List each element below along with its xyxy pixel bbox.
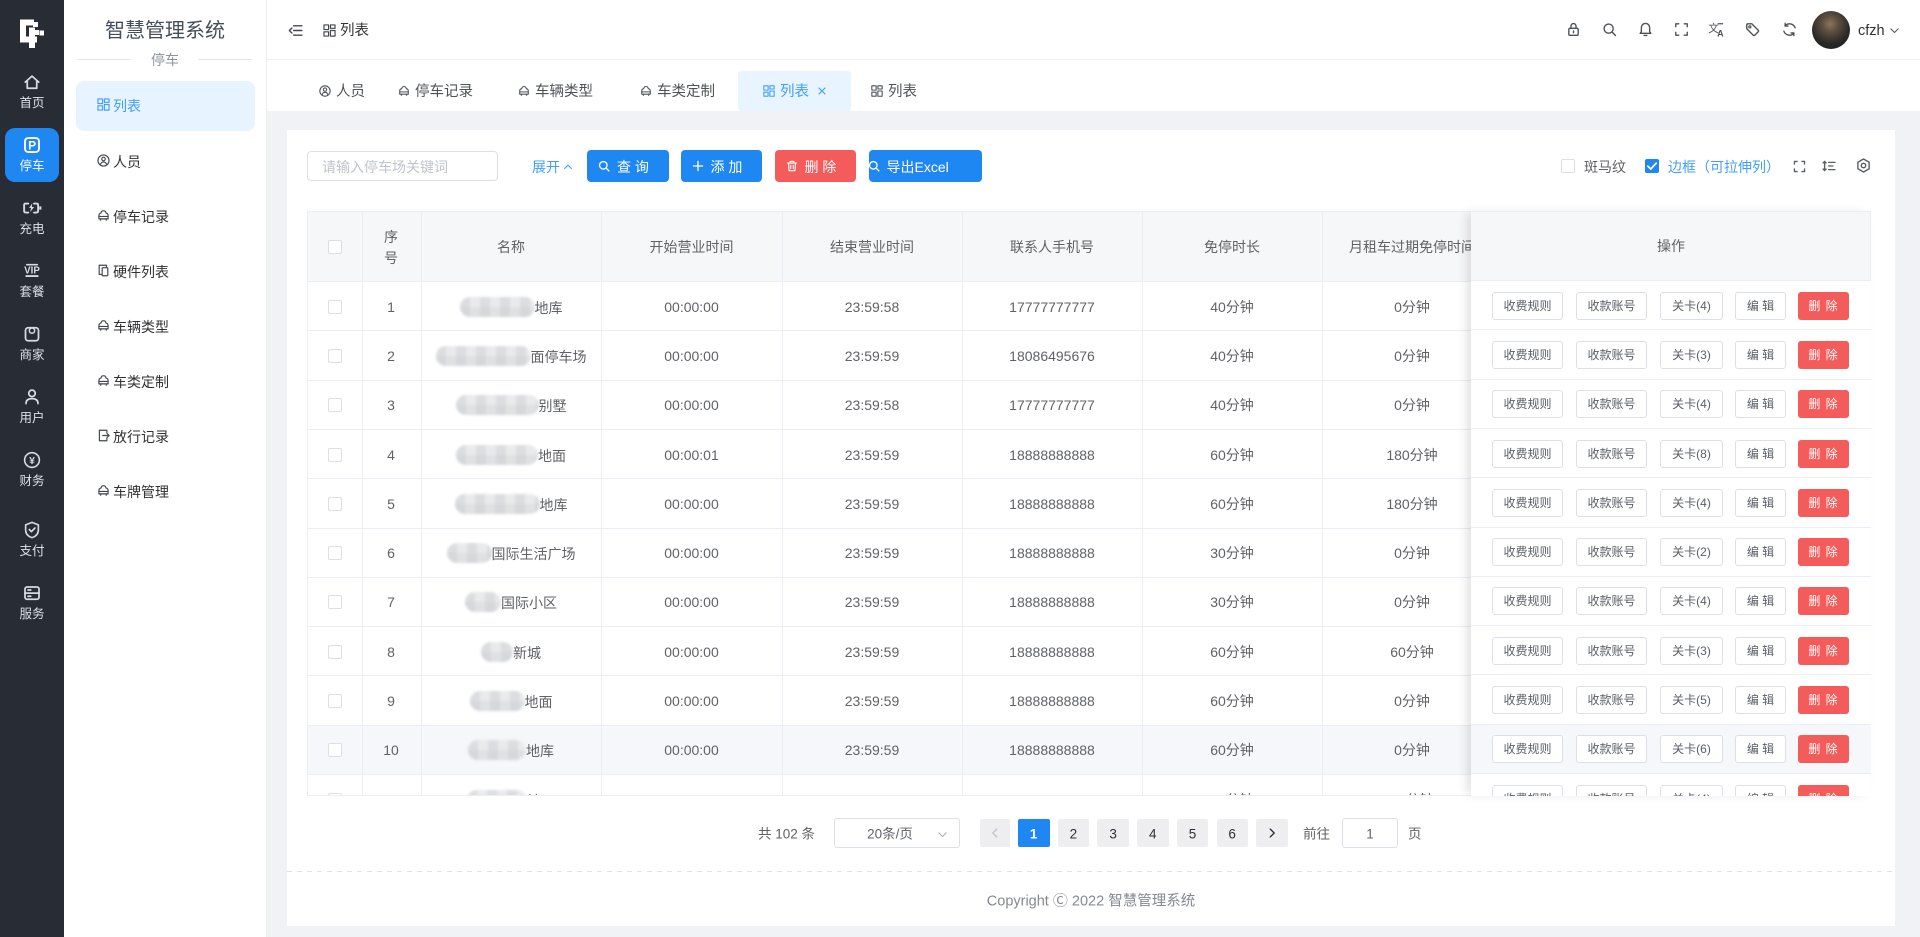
svg-text:VIP: VIP [24,266,40,277]
svg-text:¥: ¥ [29,456,35,467]
svg-text:A: A [1717,28,1724,38]
svg-text:P: P [28,139,36,153]
